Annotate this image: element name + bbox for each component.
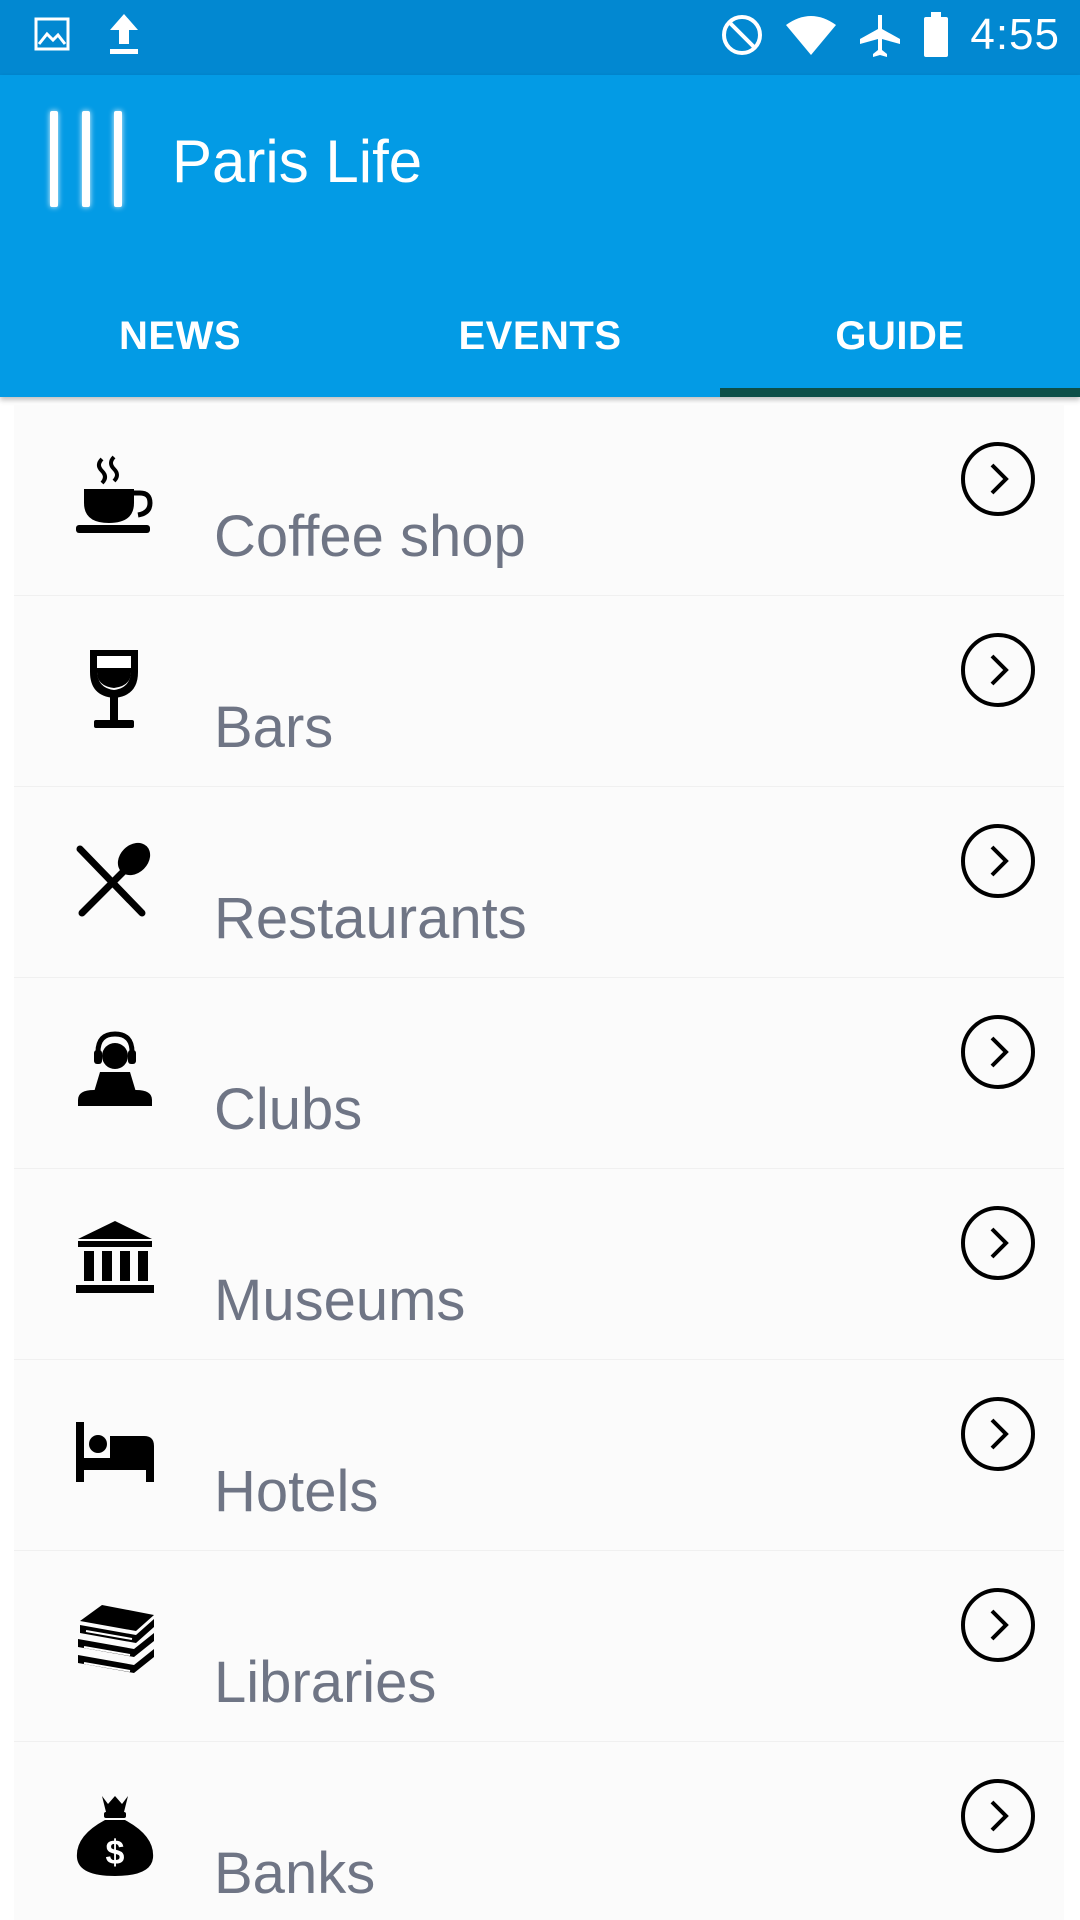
list-item-label: Bars xyxy=(214,695,334,760)
dj-headphones-icon xyxy=(72,1028,158,1114)
coffee-cup-icon xyxy=(72,455,158,541)
chevron-right-circle-icon[interactable] xyxy=(960,1778,1036,1854)
status-bar: 4:55 xyxy=(0,0,1080,75)
wifi-icon xyxy=(784,13,838,57)
chevron-right-circle-icon[interactable] xyxy=(960,632,1036,708)
battery-icon xyxy=(922,12,950,58)
chevron-right-circle-icon[interactable] xyxy=(960,1587,1036,1663)
list-item-label: Museums xyxy=(214,1268,466,1333)
list-item-label: Hotels xyxy=(214,1459,379,1524)
upload-icon xyxy=(106,12,142,56)
list-item-label: Coffee shop xyxy=(214,504,526,569)
guide-list: Coffee shop Bars Restaurants Clubs Museu… xyxy=(14,405,1064,1920)
money-bag-icon: $ xyxy=(72,1792,158,1878)
list-item-coffee-shop[interactable]: Coffee shop xyxy=(14,405,1064,596)
screen: 4:55 Paris Life NEWS EVENTS GUIDE Coffee… xyxy=(0,0,1080,1920)
books-icon xyxy=(72,1601,158,1687)
list-item-libraries[interactable]: Libraries xyxy=(14,1551,1064,1742)
chevron-right-circle-icon[interactable] xyxy=(960,1205,1036,1281)
list-item-clubs[interactable]: Clubs xyxy=(14,978,1064,1169)
list-item-banks[interactable]: $ Banks xyxy=(14,1742,1064,1920)
museum-icon xyxy=(72,1219,158,1305)
tab-news[interactable]: NEWS xyxy=(0,275,360,397)
list-item-hotels[interactable]: Hotels xyxy=(14,1360,1064,1551)
list-item-restaurants[interactable]: Restaurants xyxy=(14,787,1064,978)
chevron-right-circle-icon[interactable] xyxy=(960,441,1036,517)
app-title: Paris Life xyxy=(172,128,423,195)
list-item-museums[interactable]: Museums xyxy=(14,1169,1064,1360)
tab-bar: NEWS EVENTS GUIDE xyxy=(0,275,1080,397)
menu-button[interactable] xyxy=(36,103,136,213)
svg-text:$: $ xyxy=(106,1834,125,1872)
list-item-label: Restaurants xyxy=(214,886,527,951)
do-not-disturb-icon xyxy=(720,13,764,57)
list-item-label: Banks xyxy=(214,1841,376,1906)
wine-glass-icon xyxy=(72,646,158,732)
tab-events[interactable]: EVENTS xyxy=(360,275,720,397)
list-item-label: Clubs xyxy=(214,1077,363,1142)
chevron-right-circle-icon[interactable] xyxy=(960,823,1036,899)
bed-icon xyxy=(72,1410,158,1496)
chevron-right-circle-icon[interactable] xyxy=(960,1014,1036,1090)
tab-guide[interactable]: GUIDE xyxy=(720,275,1080,397)
fork-spoon-icon xyxy=(72,837,158,923)
airplane-icon xyxy=(858,13,902,57)
chevron-right-circle-icon[interactable] xyxy=(960,1396,1036,1472)
status-time: 4:55 xyxy=(970,10,1060,59)
image-icon xyxy=(34,17,70,51)
list-item-label: Libraries xyxy=(214,1650,437,1715)
app-bar: Paris Life NEWS EVENTS GUIDE xyxy=(0,75,1080,397)
list-item-bars[interactable]: Bars xyxy=(14,596,1064,787)
